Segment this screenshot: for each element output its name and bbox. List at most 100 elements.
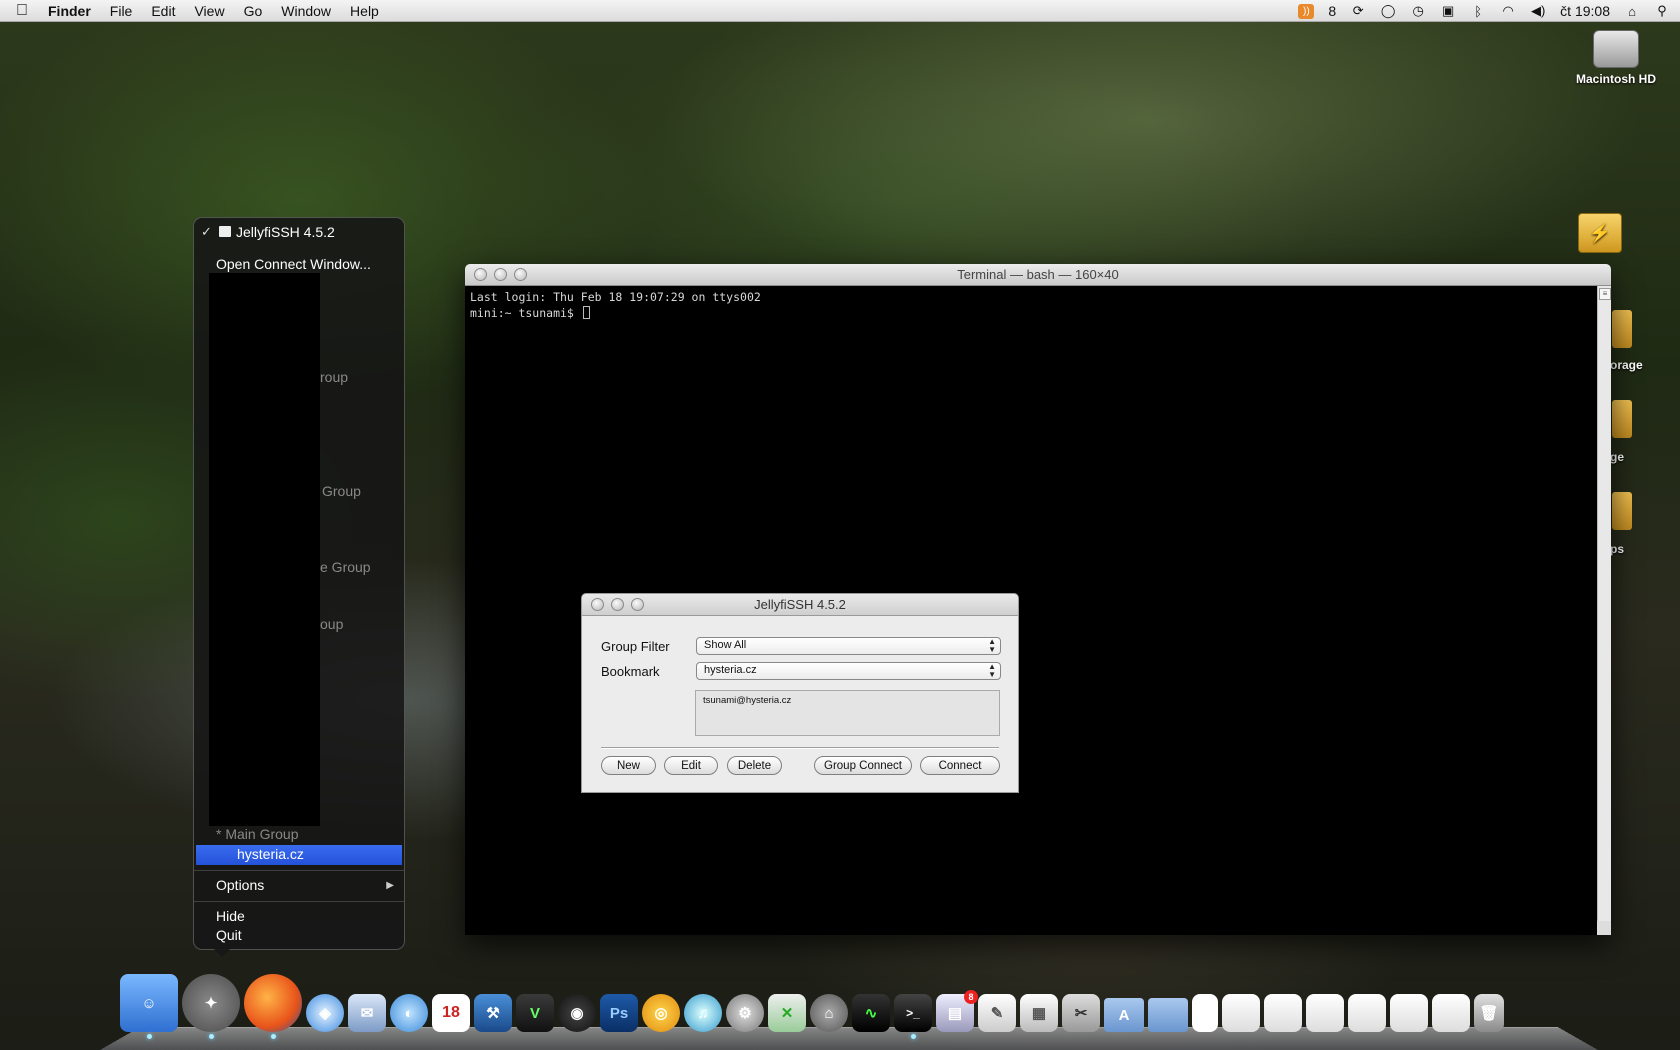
terminal-title: Terminal — bash — 160×40 <box>957 267 1119 282</box>
preview-icon[interactable]: ▦ <box>1020 994 1058 1032</box>
rss-icon[interactable]: )) <box>1298 3 1315 19</box>
menu-bar:  Finder File Edit View Go Window Help )… <box>0 0 1680 22</box>
new-button[interactable]: New <box>601 756 656 775</box>
minimized-window-4[interactable] <box>1348 994 1386 1032</box>
running-indicator <box>911 1034 916 1039</box>
split-pane-icon[interactable]: ≡ <box>1599 288 1611 300</box>
menu-file[interactable]: File <box>110 3 133 19</box>
bookmark-value: hysteria.cz <box>704 664 757 676</box>
menu-item-quit[interactable]: Quit <box>216 927 242 943</box>
menu-item-group-4[interactable]: oup <box>320 616 343 632</box>
sync-icon[interactable]: ⟳ <box>1350 3 1366 19</box>
mail-icon[interactable]: ✉ <box>348 994 386 1032</box>
wifi-icon[interactable]: ◠ <box>1500 3 1516 19</box>
volume-icon-3[interactable] <box>1612 492 1632 530</box>
menu-window[interactable]: Window <box>281 3 331 19</box>
spotlight-icon[interactable]: ⚲ <box>1654 3 1670 19</box>
safari-icon[interactable]: ◈ <box>306 994 344 1032</box>
clock[interactable]: čt 19:08 <box>1560 3 1610 19</box>
terminal-icon[interactable]: >_ <box>894 994 932 1039</box>
edit-button[interactable]: Edit <box>664 756 718 775</box>
trash-icon[interactable]: 🗑 <box>1474 994 1504 1032</box>
redacted-area <box>209 273 320 826</box>
window-icon <box>219 226 231 237</box>
minimized-window-5[interactable] <box>1390 994 1428 1032</box>
menu-separator <box>194 870 404 871</box>
menu-item-group-1[interactable]: roup <box>320 369 348 385</box>
jellyfissh-icon[interactable]: ✦ <box>182 974 240 1039</box>
system-preferences-icon[interactable]: ⚙ <box>726 994 764 1032</box>
menu-edit[interactable]: Edit <box>151 3 175 19</box>
hard-drive-icon <box>1593 30 1639 68</box>
volume-icon[interactable]: ◀) <box>1530 3 1546 19</box>
volume-2-label: ge <box>1610 450 1625 464</box>
user-icon[interactable]: ⌂ <box>1624 3 1640 19</box>
document-icon[interactable] <box>1192 994 1218 1032</box>
itunes-icon[interactable]: ♫ <box>684 994 722 1032</box>
storage-label: orage <box>1610 358 1643 372</box>
activity-monitor-icon[interactable]: ∿ <box>852 994 890 1032</box>
terminal-title-bar[interactable]: Terminal — bash — 160×40 <box>465 264 1611 286</box>
menu-item-options[interactable]: Options <box>216 877 264 893</box>
group-filter-value: Show All <box>704 639 747 651</box>
ubuntu-eye-icon[interactable]: ◎ <box>642 994 680 1032</box>
ichat-icon[interactable]: ◐ <box>390 994 428 1032</box>
running-indicator <box>209 1034 214 1039</box>
divider <box>601 747 999 749</box>
photoshop-icon[interactable]: Ps <box>600 994 638 1032</box>
menu-help[interactable]: Help <box>350 3 379 19</box>
xcode-icon[interactable]: ⚒ <box>474 994 512 1032</box>
group-filter-select[interactable]: Show All ▲ ▼ <box>696 637 1001 655</box>
menu-separator <box>194 901 404 902</box>
menu-item-app-window[interactable]: JellyfiSSH 4.5.2 <box>236 224 335 240</box>
group-connect-button[interactable]: Group Connect <box>814 756 912 775</box>
apple-menu-icon[interactable]:  <box>16 2 38 20</box>
resize-handle[interactable] <box>1597 921 1611 935</box>
terminal-scrollbar[interactable]: ≡ <box>1597 286 1611 935</box>
macintosh-hd-icon[interactable]: Macintosh HD <box>1556 30 1676 86</box>
photo-booth-icon[interactable]: ◉ <box>558 994 596 1032</box>
notification-badge: 8 <box>964 990 978 1004</box>
minimized-window-2[interactable] <box>1264 994 1302 1032</box>
delete-button[interactable]: Delete <box>727 756 782 775</box>
menu-item-hysteria[interactable]: hysteria.cz <box>237 846 304 862</box>
menu-item-group-3[interactable]: e Group <box>320 559 371 575</box>
menu-go[interactable]: Go <box>244 3 263 19</box>
menu-item-open-connect[interactable]: Open Connect Window... <box>216 256 371 272</box>
bookmark-select[interactable]: hysteria.cz ▲ ▼ <box>696 662 1001 680</box>
firefox-icon[interactable] <box>244 974 302 1039</box>
scissors-icon[interactable]: ✂ <box>1062 994 1100 1032</box>
dock: ☺ ✦ ◈ ✉ ◐ 18 ⚒ V ◉ Ps ◎ ♫ ⚙ ✕ ⌂ ∿ >_ ▤ 8 … <box>120 970 1504 1039</box>
usb-icon: ⚡ <box>1578 213 1622 253</box>
running-indicator <box>271 1034 276 1039</box>
group-filter-label: Group Filter <box>601 638 670 654</box>
bluetooth-icon[interactable]: ᛒ <box>1470 3 1486 19</box>
minimized-window-3[interactable] <box>1306 994 1344 1032</box>
menu-item-main-group: * Main Group <box>216 826 299 842</box>
textedit-icon[interactable]: ✎ <box>978 994 1016 1032</box>
menu-app-name[interactable]: Finder <box>48 3 91 19</box>
group-filter-row: Group Filter Show All ▲ ▼ <box>601 637 1001 655</box>
chat-icon[interactable]: ◯ <box>1380 3 1396 19</box>
select-arrows-icon: ▲ ▼ <box>988 662 996 679</box>
vim-icon[interactable]: V <box>516 994 554 1032</box>
script-icon[interactable]: ▣ <box>1440 3 1456 19</box>
minimized-window-1[interactable] <box>1222 994 1260 1032</box>
minimized-window-6[interactable] <box>1432 994 1470 1032</box>
ical-icon[interactable]: 18 <box>432 994 470 1032</box>
connect-button[interactable]: Connect <box>920 756 1000 775</box>
keepassx-icon[interactable]: ✕ <box>768 994 806 1032</box>
menu-view[interactable]: View <box>194 3 224 19</box>
app-store-icon[interactable]: ▤ 8 <box>936 990 978 1032</box>
time-machine-icon[interactable]: ⌂ <box>810 994 848 1032</box>
documents-folder-icon[interactable] <box>1148 998 1188 1032</box>
menu-item-group-2[interactable]: Group <box>322 483 361 499</box>
finder-icon[interactable]: ☺ <box>120 974 178 1039</box>
jellyfissh-title-bar[interactable]: JellyfiSSH 4.5.2 <box>582 594 1018 616</box>
volume-icon-2[interactable] <box>1612 400 1632 438</box>
menu-item-hide[interactable]: Hide <box>216 908 245 924</box>
time-machine-icon[interactable]: ◷ <box>1410 3 1426 19</box>
usb-drive-icon[interactable]: ⚡ <box>1576 213 1624 253</box>
applications-folder-icon[interactable]: A <box>1104 998 1144 1032</box>
volume-icon-storage[interactable] <box>1612 310 1632 348</box>
